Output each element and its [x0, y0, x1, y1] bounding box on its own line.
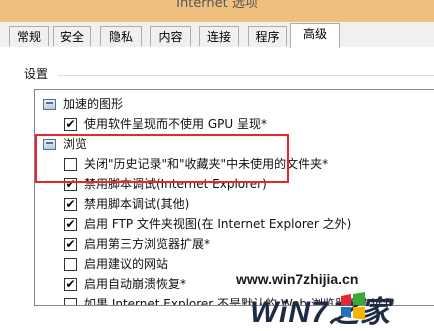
watermark-url: www.win7zhijia.cn	[236, 271, 359, 287]
check-icon: ✔	[65, 197, 76, 211]
tab-content[interactable]: 内容	[150, 26, 191, 46]
checkbox[interactable]	[64, 298, 77, 305]
settings-category-icon	[43, 99, 56, 110]
watermark-brand: WiN7之家	[250, 296, 391, 329]
checkbox[interactable]: ✔	[64, 197, 77, 211]
title-bar: Internet 选项	[0, 0, 434, 22]
advanced-panel: 设置 加速的图形 ✔ 使用软件呈现而不使用 GPU 呈现* 浏览 关闭"历史记录…	[0, 47, 434, 329]
tab-strip: 常规 安全 隐私 内容 连接 程序 高级	[0, 22, 434, 48]
tab-privacy[interactable]: 隐私	[100, 26, 142, 46]
highlight-box	[35, 134, 289, 183]
setting-label: 禁用脚本调试(其他)	[84, 197, 190, 211]
setting-label: 启用 FTP 文件夹视图(在 Internet Explorer 之外)	[84, 217, 352, 231]
checkbox[interactable]: ✔	[64, 217, 77, 231]
settings-list[interactable]: 加速的图形 ✔ 使用软件呈现而不使用 GPU 呈现* 浏览 关闭"历史记录"和"…	[34, 89, 434, 306]
setting-label: 使用软件呈现而不使用 GPU 呈现*	[84, 117, 267, 131]
tab-programs[interactable]: 程序	[248, 26, 287, 46]
tab-general[interactable]: 常规	[9, 26, 49, 46]
checkbox[interactable]: ✔	[64, 237, 77, 251]
check-icon: ✔	[65, 237, 76, 251]
windows-logo-icon	[341, 292, 365, 320]
tab-advanced[interactable]: 高级	[290, 23, 340, 48]
setting-label: 启用第三方浏览器扩展*	[84, 237, 211, 251]
settings-divider	[58, 75, 434, 76]
check-icon: ✔	[65, 277, 76, 291]
window-title: Internet 选项	[176, 0, 258, 11]
check-icon: ✔	[65, 217, 76, 231]
setting-label: 启用建议的网站	[84, 257, 169, 271]
tab-connections[interactable]: 连接	[199, 26, 239, 46]
check-icon: ✔	[65, 117, 76, 131]
checkbox[interactable]: ✔	[64, 277, 77, 291]
tab-security[interactable]: 安全	[53, 26, 91, 46]
setting-label: 启用自动崩溃恢复*	[84, 277, 187, 291]
checkbox[interactable]: ✔	[64, 117, 77, 131]
category-label: 加速的图形	[63, 97, 124, 111]
checkbox[interactable]	[64, 258, 77, 271]
settings-label: 设置	[24, 67, 49, 81]
